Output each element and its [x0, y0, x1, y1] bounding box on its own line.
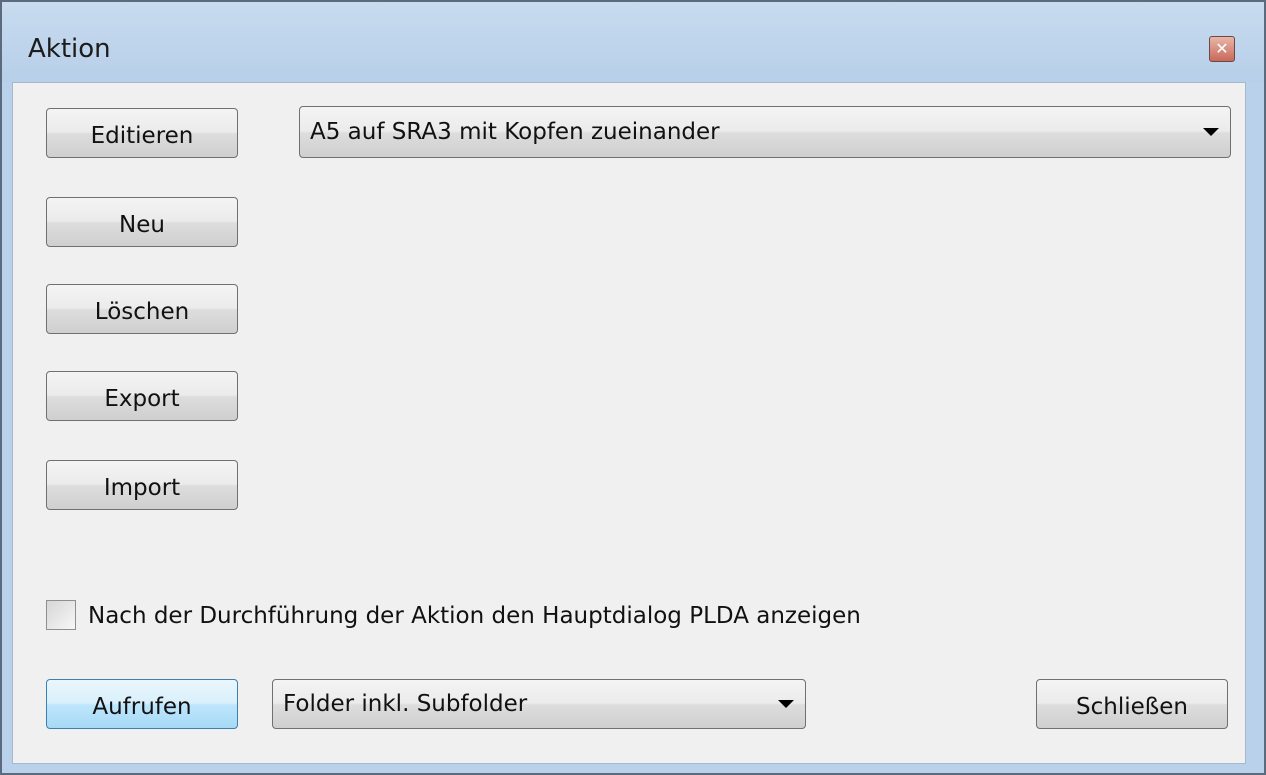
action-select[interactable]: A5 auf SRA3 mit Kopfen zueinander	[299, 106, 1231, 158]
chevron-down-icon	[778, 700, 794, 708]
scope-select-value: Folder inkl. Subfolder	[283, 691, 528, 717]
run-button[interactable]: Aufrufen	[46, 679, 238, 729]
scope-select[interactable]: Folder inkl. Subfolder	[272, 679, 806, 729]
import-button[interactable]: Import	[46, 460, 238, 510]
edit-button[interactable]: Editieren	[46, 108, 238, 158]
new-button[interactable]: Neu	[46, 197, 238, 247]
window-title: Aktion	[28, 34, 111, 64]
show-main-dialog-label[interactable]: Nach der Durchführung der Aktion den Hau…	[88, 603, 861, 629]
chevron-down-icon	[1203, 128, 1219, 136]
dialog-body: Editieren Neu Löschen Export Import A5 a…	[12, 82, 1246, 764]
delete-button[interactable]: Löschen	[46, 284, 238, 334]
aktion-dialog-window: Aktion ✕ Editieren Neu Löschen Export Im…	[0, 0, 1266, 775]
show-main-dialog-checkbox[interactable]	[46, 600, 76, 630]
export-button[interactable]: Export	[46, 371, 238, 421]
close-window-button[interactable]: ✕	[1209, 36, 1235, 62]
close-button[interactable]: Schließen	[1036, 679, 1228, 729]
action-select-value: A5 auf SRA3 mit Kopfen zueinander	[310, 119, 720, 145]
close-icon: ✕	[1215, 39, 1229, 58]
title-bar[interactable]: Aktion ✕	[2, 2, 1264, 82]
